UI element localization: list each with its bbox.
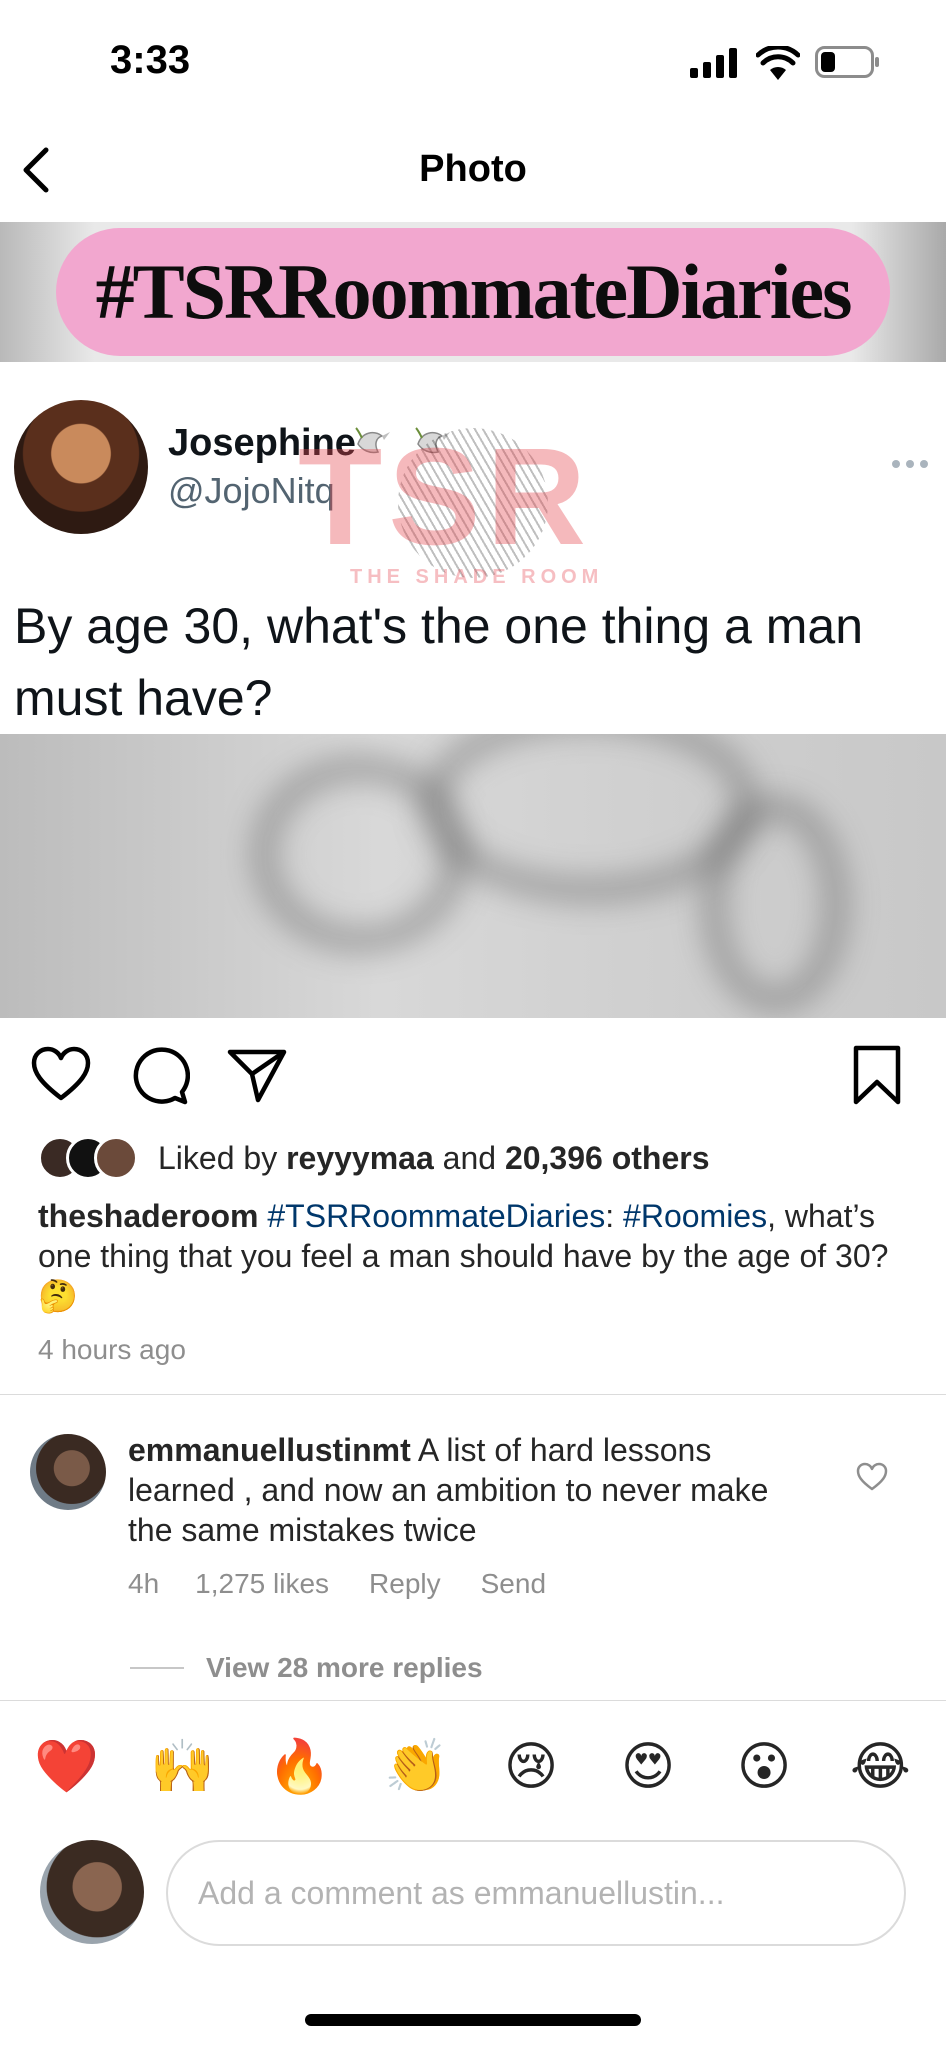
likes-text: Liked by reyyymaa and 20,396 others	[158, 1140, 710, 1177]
tweet-card: Josephine @JojoNitq By age 30, what's th…	[0, 362, 946, 734]
view-replies-button[interactable]: View 28 more replies	[130, 1652, 483, 1684]
post-caption: theshaderoom #TSRRoommateDiaries: #Roomi…	[38, 1196, 898, 1316]
post-timestamp: 4 hours ago	[38, 1334, 186, 1365]
action-row	[0, 1018, 946, 1128]
emoji-heart-eyes[interactable]: 😍	[618, 1737, 678, 1797]
wifi-icon	[756, 46, 800, 80]
battery-icon	[815, 46, 879, 78]
emoji-fire[interactable]: 🔥	[267, 1737, 332, 1797]
comment-time: 4h	[128, 1568, 160, 1599]
hashtag-banner: #TSRRoommateDiaries	[0, 222, 946, 362]
dove-icon	[355, 427, 390, 454]
tweet-avatar	[14, 400, 148, 534]
share-icon[interactable]	[226, 1044, 288, 1106]
comment-likes[interactable]: 1,275 likes	[195, 1568, 329, 1600]
liker-avatars	[38, 1136, 148, 1180]
hashtag-banner-text: #TSRRoommateDiaries	[95, 248, 853, 335]
signal-icon	[690, 48, 737, 78]
emoji-clap[interactable]: 👏	[384, 1737, 449, 1797]
reply-button[interactable]: Reply	[369, 1568, 441, 1600]
status-time: 3:33	[110, 38, 191, 82]
caption-hashtag[interactable]: #TSRRoommateDiaries	[267, 1198, 605, 1234]
emoji-crying[interactable]: 😢	[501, 1737, 561, 1797]
emoji-surprised[interactable]: 😮	[734, 1737, 794, 1797]
caption-colon: :	[605, 1198, 624, 1234]
heart-icon[interactable]	[856, 1462, 888, 1492]
tweet-author-name: Josephine	[168, 422, 356, 464]
blur-shape	[700, 794, 850, 1014]
thinking-emoji: 🤔	[38, 1278, 78, 1314]
comment-meta: 4h 1,275 likes Reply Send	[128, 1568, 546, 1600]
emoji-laughing[interactable]: 😂	[850, 1737, 911, 1797]
more-icon	[892, 460, 928, 468]
comment-text: emmanuellustinmt A list of hard lessons …	[128, 1430, 778, 1550]
home-indicator	[305, 2014, 641, 2026]
comment-icon[interactable]	[128, 1044, 190, 1106]
hashtag-pill: #TSRRoommateDiaries	[56, 228, 890, 356]
dove-icon	[415, 427, 450, 454]
emoji-bar: ❤️ 🙌 🔥 👏 😢 😍 😮 😂	[0, 1700, 946, 1836]
view-replies-text: View 28 more replies	[206, 1652, 483, 1683]
my-avatar	[40, 1840, 144, 1944]
heart-icon[interactable]	[30, 1044, 92, 1106]
nav-bar: Photo	[0, 120, 946, 220]
comment-input[interactable]	[166, 1840, 906, 1946]
bookmark-icon[interactable]	[846, 1044, 908, 1106]
likes-count[interactable]: 20,396 others	[505, 1140, 710, 1176]
comment-username[interactable]: emmanuellustinmt	[128, 1432, 411, 1468]
divider	[0, 1394, 946, 1395]
blurred-image-area	[0, 734, 946, 1018]
post-image[interactable]: #TSRRoommateDiaries Josephine @JojoNitq …	[0, 222, 946, 1018]
page-title: Photo	[419, 148, 527, 190]
avatar	[94, 1136, 138, 1180]
emoji-heart[interactable]: ❤️	[34, 1737, 99, 1797]
tweet-author-handle: @JojoNitq	[168, 470, 335, 511]
status-bar: 3:33	[0, 0, 946, 120]
likes-middle: and	[433, 1139, 505, 1176]
likes-row[interactable]: Liked by reyyymaa and 20,396 others	[38, 1136, 710, 1180]
caption-hashtag[interactable]: #Roomies	[623, 1198, 767, 1234]
send-button[interactable]: Send	[481, 1568, 546, 1600]
likes-prefix: Liked by	[158, 1139, 287, 1176]
caption-username[interactable]: theshaderoom	[38, 1198, 258, 1234]
likes-user[interactable]: reyyymaa	[286, 1140, 434, 1176]
emoji-raised-hands[interactable]: 🙌	[150, 1737, 215, 1797]
commenter-avatar[interactable]	[30, 1434, 106, 1510]
reply-line	[130, 1667, 184, 1669]
tweet-text: By age 30, what's the one thing a man mu…	[14, 598, 863, 726]
